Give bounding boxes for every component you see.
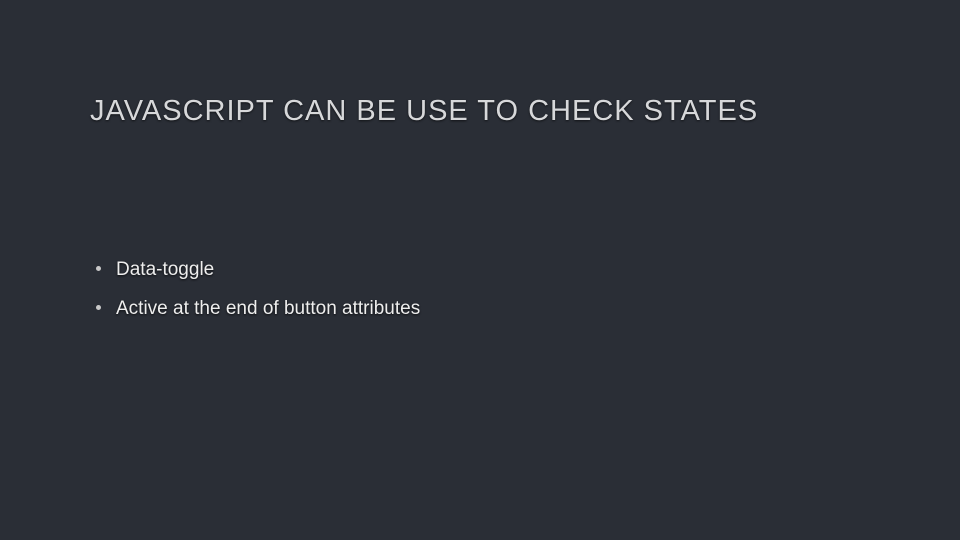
- bullet-text: Active at the end of button attributes: [116, 298, 420, 319]
- slide: JAVASCRIPT CAN BE USE TO CHECK STATES Da…: [0, 0, 960, 540]
- slide-title: JAVASCRIPT CAN BE USE TO CHECK STATES: [90, 95, 900, 128]
- list-item: Data-toggle: [90, 255, 900, 284]
- list-item: Active at the end of button attributes: [90, 294, 900, 323]
- slide-body: Data-toggle Active at the end of button …: [90, 255, 900, 334]
- bullet-text: Data-toggle: [116, 259, 214, 280]
- bullet-list: Data-toggle Active at the end of button …: [90, 255, 900, 324]
